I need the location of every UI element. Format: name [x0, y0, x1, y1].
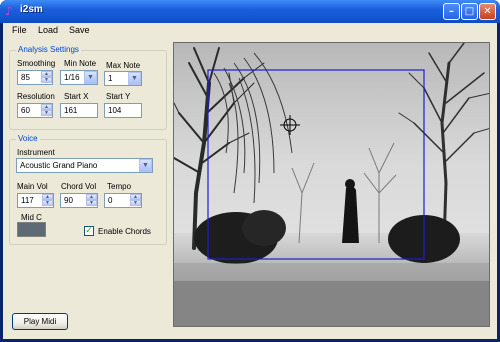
chevron-down-icon[interactable]: ▼ — [139, 159, 152, 172]
menu-file[interactable]: File — [12, 25, 27, 35]
chord-vol-spinner[interactable]: 90 ▲ ▼ — [60, 193, 98, 208]
play-midi-button[interactable]: Play Midi — [12, 313, 68, 330]
min-note-value: 1/16 — [64, 73, 80, 82]
spin-down-icon[interactable]: ▼ — [41, 110, 52, 116]
max-note-dropdown[interactable]: 1 ▼ — [104, 71, 142, 86]
tempo-value: 0 — [108, 196, 113, 205]
app-icon: ♪ — [5, 4, 13, 18]
mid-c-color-swatch[interactable] — [17, 222, 46, 237]
tempo-label: Tempo — [107, 182, 132, 191]
winter-scene-image[interactable] — [174, 43, 490, 327]
ground-shadow — [174, 263, 489, 281]
start-y-label: Start Y — [106, 92, 131, 101]
main-vol-label: Main Vol — [17, 182, 48, 191]
smoothing-value: 85 — [21, 73, 30, 82]
smoothing-spinner[interactable]: 85 ▲ ▼ — [17, 70, 53, 85]
image-preview-panel[interactable] — [173, 42, 490, 327]
spin-down-icon[interactable]: ▼ — [41, 77, 52, 83]
voice-title: Voice — [16, 134, 40, 143]
start-y-field[interactable]: 104 — [104, 103, 142, 118]
resolution-label: Resolution — [17, 92, 55, 101]
main-vol-value: 117 — [21, 196, 34, 205]
title-bar[interactable]: ♪ i2sm – □ ✕ — [0, 0, 500, 23]
tempo-spin-buttons[interactable]: ▲ ▼ — [130, 194, 141, 207]
menu-load[interactable]: Load — [38, 25, 58, 35]
min-note-label: Min Note — [64, 59, 97, 68]
left-bush-2 — [242, 210, 286, 246]
max-note-value: 1 — [108, 74, 113, 83]
enable-chords-checkbox[interactable]: ✓ — [84, 226, 94, 236]
spin-down-icon[interactable]: ▼ — [42, 200, 53, 206]
chevron-down-icon[interactable]: ▼ — [84, 71, 97, 84]
chord-vol-spin-buttons[interactable]: ▲ ▼ — [86, 194, 97, 207]
client-area: File Load Save Analysis Settings Smoothi… — [3, 23, 497, 339]
minimize-button[interactable]: – — [443, 3, 460, 20]
person-head — [345, 179, 355, 189]
spin-down-icon[interactable]: ▼ — [86, 200, 97, 206]
chord-vol-label: Chord Vol — [61, 182, 97, 191]
start-y-value: 104 — [108, 106, 122, 115]
main-vol-spinner[interactable]: 117 ▲ ▼ — [17, 193, 54, 208]
close-button[interactable]: ✕ — [479, 3, 496, 20]
smoothing-label: Smoothing — [17, 59, 56, 68]
instrument-label: Instrument — [17, 148, 55, 157]
start-x-label: Start X — [64, 92, 89, 101]
instrument-value: Acoustic Grand Piano — [20, 161, 98, 170]
app-window: ♪ i2sm – □ ✕ File Load Save Analysis Set… — [0, 0, 500, 342]
tempo-spinner[interactable]: 0 ▲ ▼ — [104, 193, 142, 208]
chevron-down-icon[interactable]: ▼ — [128, 72, 141, 85]
maximize-button[interactable]: □ — [461, 3, 478, 20]
analysis-settings-title: Analysis Settings — [16, 45, 81, 54]
menu-save[interactable]: Save — [69, 25, 90, 35]
window-title: i2sm — [20, 4, 43, 15]
smoothing-spin-buttons[interactable]: ▲ ▼ — [41, 71, 52, 84]
main-vol-spin-buttons[interactable]: ▲ ▼ — [42, 194, 53, 207]
mid-c-label: Mid C — [21, 213, 42, 222]
start-x-field[interactable]: 161 — [60, 103, 98, 118]
max-note-label: Max Note — [106, 61, 141, 70]
resolution-value: 60 — [21, 106, 30, 115]
start-x-value: 161 — [64, 106, 78, 115]
menu-bar: File Load Save — [3, 23, 497, 39]
empty-canvas-area — [174, 281, 489, 326]
instrument-dropdown[interactable]: Acoustic Grand Piano ▼ — [16, 158, 153, 173]
spin-down-icon[interactable]: ▼ — [130, 200, 141, 206]
min-note-dropdown[interactable]: 1/16 ▼ — [60, 70, 98, 85]
resolution-spinner[interactable]: 60 ▲ ▼ — [17, 103, 53, 118]
resolution-spin-buttons[interactable]: ▲ ▼ — [41, 104, 52, 117]
chord-vol-value: 90 — [64, 196, 73, 205]
enable-chords-label[interactable]: Enable Chords — [98, 227, 151, 236]
